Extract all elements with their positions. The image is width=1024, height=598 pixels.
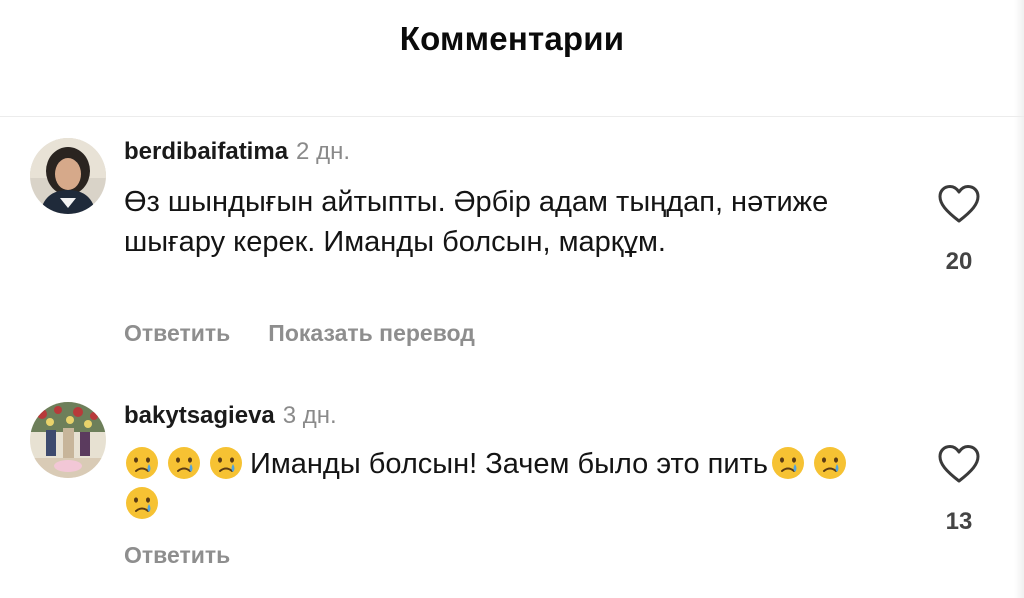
like-control: 20 xyxy=(934,184,984,276)
show-translation-button[interactable]: Показать перевод xyxy=(268,320,475,346)
comments-sheet: Комментарии berdibaifatima 2 дн. Өз шынды… xyxy=(0,0,1024,598)
comment-meta: bakytsagieva 3 дн. xyxy=(124,402,337,430)
comment-age: 2 дн. xyxy=(296,138,350,165)
comment-age: 3 дн. xyxy=(282,402,337,429)
crying-face-emoji xyxy=(124,445,160,481)
avatar[interactable] xyxy=(30,138,106,214)
heart-outline-icon[interactable] xyxy=(937,444,981,484)
reply-button[interactable]: Ответить xyxy=(124,320,230,346)
like-control: 13 xyxy=(934,444,984,536)
username[interactable]: berdibaifatima xyxy=(124,138,288,165)
page-title: Комментарии xyxy=(399,20,625,57)
comment-text: Өз шындығын айтыпты. Әрбір адам тыңдап, … xyxy=(124,186,829,258)
crying-face-emoji xyxy=(812,445,848,481)
comment-item: bakytsagieva 3 дн. Иманды болсын! Зачем б… xyxy=(0,380,1024,598)
crying-face-emoji xyxy=(166,445,202,481)
comment-item: berdibaifatima 2 дн. Өз шындығын айтыпты.… xyxy=(0,116,1024,356)
like-count: 13 xyxy=(945,508,973,535)
comment-actions: Ответить Показать перевод xyxy=(124,320,475,347)
comment-text-main: Иманды болсын! Зачем было это пить xyxy=(250,448,768,480)
crying-face-emoji xyxy=(208,445,244,481)
comment-meta: berdibaifatima 2 дн. xyxy=(124,138,350,166)
comment-actions: Ответить xyxy=(124,542,230,569)
like-count: 20 xyxy=(945,248,973,275)
username[interactable]: bakytsagieva xyxy=(124,402,275,429)
crying-face-emoji xyxy=(770,445,806,481)
reply-button[interactable]: Ответить xyxy=(124,542,230,568)
comments-header: Комментарии xyxy=(0,0,1024,117)
comment-text: Иманды болсын! Зачем было это пить xyxy=(124,444,884,524)
avatar[interactable] xyxy=(30,402,106,478)
heart-outline-icon[interactable] xyxy=(937,184,981,224)
crying-face-emoji xyxy=(124,485,160,521)
